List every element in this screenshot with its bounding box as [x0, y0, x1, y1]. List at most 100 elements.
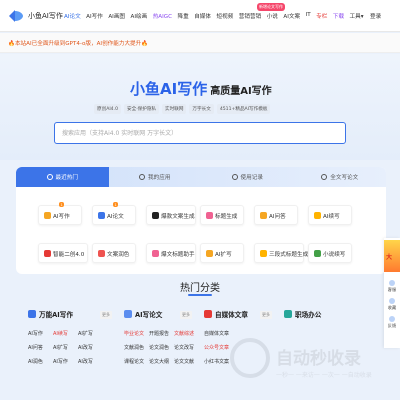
promo-banner[interactable]: 大: [384, 240, 400, 272]
tool-icon: [314, 212, 321, 219]
category-header[interactable]: 职场办公: [284, 309, 321, 319]
tool-icon: [44, 212, 51, 219]
tab-label: 我的应用: [148, 175, 171, 181]
category-link[interactable]: AI扩写: [78, 330, 93, 337]
nav-item[interactable]: IT: [306, 12, 311, 20]
logo[interactable]: 小鱼AI写作: [8, 9, 63, 23]
tool-icon: [206, 250, 213, 257]
category-link[interactable]: 开题报告: [149, 330, 169, 337]
nav-item[interactable]: AI画图: [108, 12, 125, 20]
category-more-button[interactable]: 更多: [180, 311, 192, 319]
category-link[interactable]: 论文大纲: [149, 358, 169, 365]
feature-chips: 原创AI4.0 安全·保护隐私 实时联网 万字长文 4511+精品AI写作模板: [94, 104, 271, 114]
category-block: 万能AI写作 更多 AI写作 AI续写 AI扩写 AI问答 AI扩写 AI改写 AI润色 AI写作…: [20, 304, 112, 400]
search-input[interactable]: [55, 123, 345, 143]
nav-item[interactable]: AI文案: [283, 12, 300, 20]
nav-item[interactable]: 自媒体: [194, 12, 211, 20]
search-box[interactable]: [54, 122, 346, 144]
nav-item[interactable]: 工具▾: [350, 12, 364, 20]
tool-card[interactable]: 爆款文案生成: [146, 205, 196, 225]
tool-label: 文案润色: [107, 252, 130, 258]
tool-label: 三段式标题生成: [269, 252, 309, 258]
nav-item[interactable]: 热AIGC: [153, 12, 172, 20]
tool-card[interactable]: AI写作 1: [38, 202, 82, 225]
category-link[interactable]: AI续写: [53, 330, 68, 337]
category-link[interactable]: 文献润色: [124, 344, 144, 351]
tool-label: 智能二创4.0: [53, 252, 85, 258]
tool-icon: [206, 212, 213, 219]
category-link[interactable]: AI写作: [28, 330, 43, 337]
category-title: 自媒体文章: [215, 311, 248, 319]
nav-item[interactable]: 专栏: [316, 12, 327, 20]
tool-badge: 1: [113, 202, 119, 207]
hero-title: 小鱼AI写作 高质量AI写作: [130, 78, 272, 99]
category-link[interactable]: AI问答: [28, 344, 43, 351]
nav-item[interactable]: AI论文: [64, 12, 81, 20]
nav-item[interactable]: AI写作: [86, 12, 103, 20]
side-button-label: 收藏: [387, 305, 397, 310]
nav-item[interactable]: 营销营销: [239, 12, 261, 20]
tool-card[interactable]: 文案润色: [92, 243, 136, 263]
tool-label: 小说续写: [323, 252, 346, 258]
tool-icon: [314, 250, 321, 257]
side-button[interactable]: 收藏: [386, 298, 398, 311]
announcement-text[interactable]: 🔥本站AI已全面升级到GPT4-o版，AI创作能力大提升🔥: [8, 39, 148, 47]
tool-label: 爆款文案生成: [161, 214, 195, 220]
side-button[interactable]: 反馈: [386, 316, 398, 329]
hero-section: 小鱼AI写作 高质量AI写作 原创AI4.0 安全·保护隐私 实时联网 万字长文 451…: [0, 54, 400, 160]
category-link[interactable]: 论文润色: [149, 344, 169, 351]
nav-item[interactable]: 短视频: [217, 12, 234, 20]
category-link[interactable]: 自媒体文章: [204, 330, 229, 337]
watermark-circle-icon: [230, 338, 270, 378]
login-link[interactable]: 登录: [370, 12, 381, 20]
category-link[interactable]: 小红书文案: [204, 358, 229, 365]
category-more-button[interactable]: 更多: [100, 311, 112, 319]
category-link[interactable]: 论文文献: [174, 358, 194, 365]
category-header[interactable]: AI写论文: [124, 309, 162, 319]
category-link[interactable]: AI润色: [28, 358, 43, 365]
tool-card[interactable]: 爆文标题助手: [146, 243, 196, 263]
tool-card[interactable]: AI续写: [308, 205, 352, 225]
category-link[interactable]: 毕业论文: [124, 330, 144, 337]
tab[interactable]: 全文写论文: [294, 167, 387, 187]
tab[interactable]: 使用记录: [201, 167, 294, 187]
nav-item[interactable]: 降重: [178, 12, 189, 20]
tab[interactable]: 我的应用: [109, 167, 202, 187]
category-block: AI写论文 更多毕业论文 开题报告 文献综述文献润色 论文润色 论文改写课程论文 论文大纲论…: [116, 304, 194, 400]
tool-card[interactable]: 小说续写: [308, 243, 352, 263]
nav-item[interactable]: AI绘画: [131, 12, 148, 20]
tool-card[interactable]: 三段式标题生成: [254, 243, 308, 263]
hot-badge: 新增论文写作: [257, 3, 285, 11]
nav-item[interactable]: 小说: [267, 12, 278, 20]
nav-item[interactable]: 下载: [333, 12, 344, 20]
feature-chip: 实时联网: [162, 104, 187, 114]
hero-title-sub: 高质量AI写作: [210, 86, 272, 97]
tool-card[interactable]: AI问答: [254, 205, 298, 225]
tab[interactable]: 最近热门: [16, 167, 109, 187]
tab-label: 使用记录: [240, 175, 263, 181]
category-header[interactable]: 自媒体文章: [204, 309, 248, 319]
category-header[interactable]: 万能AI写作: [28, 309, 73, 319]
tab-label: 最近热门: [55, 175, 78, 181]
category-link[interactable]: AI改写: [78, 358, 93, 365]
category-link[interactable]: AI改写: [78, 344, 93, 351]
tool-card[interactable]: 智能二创4.0: [38, 243, 88, 263]
category-more-button[interactable]: 更多: [260, 311, 272, 319]
category-link[interactable]: 论文改写: [174, 344, 194, 351]
tool-card[interactable]: AI扩写: [200, 243, 244, 263]
side-button-label: 反馈: [387, 323, 397, 328]
watermark: 自动秒收录 一秒一 一来访一 一次一 一自动收录: [230, 330, 390, 390]
category-link[interactable]: AI写作: [53, 358, 68, 365]
category-link[interactable]: AI扩写: [53, 344, 68, 351]
category-icon: [204, 310, 212, 318]
top-nav: 小鱼AI写作 AI论文 AI写作 AI画图 AI绘画 热AIGC 降重 自媒体 短视频 营销营销…: [0, 0, 400, 32]
category-link[interactable]: 课程论文: [124, 358, 144, 365]
category-link[interactable]: 文献综述: [174, 330, 194, 337]
tool-card[interactable]: AI论文 1: [92, 202, 136, 225]
watermark-subtext: 一秒一 一来访一 一次一 一自动收录: [276, 372, 372, 379]
side-button-icon: [389, 298, 395, 304]
tool-card[interactable]: 标题生成: [200, 205, 244, 225]
feature-chip: 原创AI4.0: [94, 104, 121, 114]
category-link[interactable]: 公众号文章: [204, 344, 229, 351]
tool-label: AI续写: [323, 214, 340, 220]
